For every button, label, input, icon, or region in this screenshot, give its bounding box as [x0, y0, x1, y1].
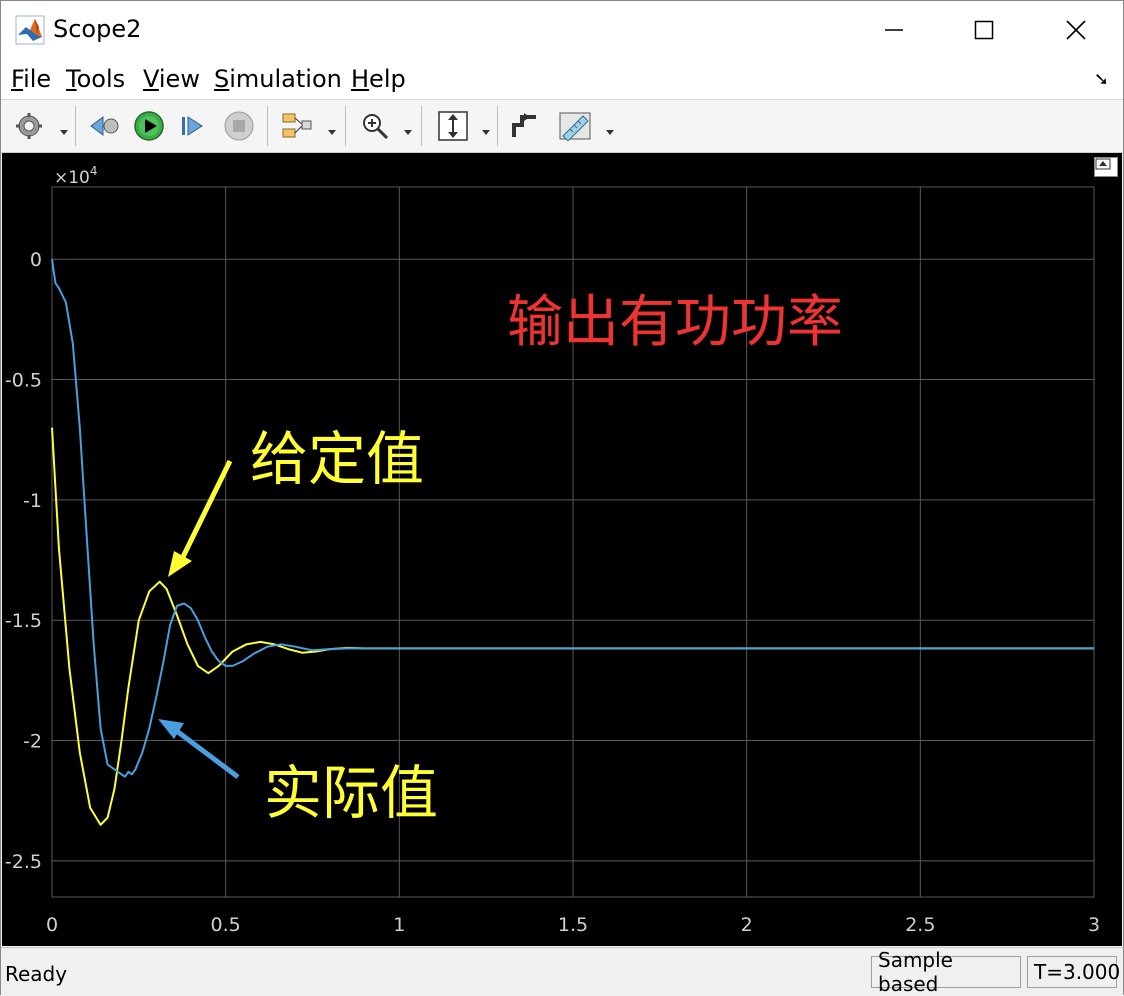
scope-plot-area[interactable]: 0 0.5 1 1.5 2 2.5 3 0 -0.5 -1 -1.5 -2 -2.5 ×104 输出有功… — [2, 153, 1122, 946]
maximize-button[interactable] — [939, 1, 1029, 59]
menu-view-mnemonic: V — [143, 65, 159, 93]
x-tick-label: 2.5 — [905, 914, 935, 936]
close-button[interactable] — [1031, 1, 1121, 59]
maximize-icon — [974, 20, 994, 40]
y-tick-label: -0.5 — [5, 370, 42, 392]
x-tick-label: 3 — [1088, 914, 1100, 936]
scale-dropdown-icon[interactable] — [481, 122, 491, 135]
menu-tools-label: ools — [76, 65, 126, 93]
zoom-in-icon[interactable] — [357, 108, 393, 144]
cursor-measure-icon[interactable] — [507, 108, 543, 144]
menu-bar: File Tools View Simulation Help ➘ — [1, 59, 1123, 100]
settings-dropdown-icon[interactable] — [59, 122, 69, 135]
toolbar — [1, 100, 1123, 153]
annotation-actual-label: 实际值 — [264, 759, 438, 827]
scale-axes-icon[interactable] — [435, 108, 471, 144]
annotation-title: 输出有功功率 — [507, 290, 843, 355]
menu-help-label: elp — [369, 65, 406, 93]
toolbar-separator — [267, 106, 268, 146]
y-tick-label: 0 — [30, 249, 42, 271]
toolbar-separator — [345, 106, 346, 146]
toolbar-separator — [75, 106, 76, 146]
toggle-panel-button[interactable] — [1094, 157, 1118, 177]
x-tick-label: 0 — [46, 914, 58, 936]
x-tick-label: 1 — [393, 914, 405, 936]
signal-selector-dropdown-icon[interactable] — [327, 122, 337, 135]
x-tick-label: 1.5 — [558, 914, 588, 936]
menu-simulation-label: imulation — [229, 65, 342, 93]
x-tick-label: 2 — [741, 914, 753, 936]
step-back-icon[interactable] — [87, 108, 123, 144]
y-axis-multiplier: ×104 — [54, 164, 98, 188]
gear-icon[interactable] — [11, 108, 47, 144]
window-title: Scope2 — [53, 15, 142, 43]
menu-help-mnemonic: H — [351, 65, 370, 93]
scope-chart[interactable]: 0 0.5 1 1.5 2 2.5 3 0 -0.5 -1 -1.5 -2 -2.5 ×104 输出有功… — [2, 153, 1122, 946]
zoom-dropdown-icon[interactable] — [403, 122, 413, 135]
menu-tools-mnemonic: T — [66, 65, 77, 93]
arrow-given — [168, 459, 233, 577]
toolbar-separator — [497, 106, 498, 146]
y-tick-label: -1.5 — [5, 610, 42, 632]
undock-arrow-icon[interactable]: ➘ — [1094, 69, 1109, 90]
y-tick-label: -1 — [23, 490, 42, 512]
status-ready: Ready — [5, 962, 68, 986]
step-forward-icon[interactable] — [175, 108, 211, 144]
status-sample-mode: Sample based — [871, 948, 1021, 996]
matlab-logo-icon — [15, 15, 45, 45]
menu-simulation-mnemonic: S — [214, 65, 230, 93]
minimize-button[interactable] — [849, 1, 939, 59]
run-icon[interactable] — [131, 108, 167, 144]
ruler-icon[interactable] — [557, 108, 593, 144]
menu-simulation[interactable]: Simulation — [214, 65, 342, 93]
menu-file-mnemonic: F — [11, 65, 24, 93]
annotation-given-label: 给定值 — [250, 425, 424, 493]
measure-dropdown-icon[interactable] — [605, 122, 615, 135]
toolbar-separator — [421, 106, 422, 146]
y-tick-label: -2 — [23, 731, 42, 753]
x-tick-label: 0.5 — [211, 914, 241, 936]
menu-file-label: ile — [23, 65, 52, 93]
close-icon — [1066, 20, 1086, 40]
menu-help[interactable]: Help — [351, 65, 406, 93]
minimize-icon — [885, 29, 903, 31]
scope-window: Scope2 File Tools View Simulation Help ➘ — [0, 0, 1124, 996]
y-tick-label: -2.5 — [5, 851, 42, 873]
expand-icon — [1095, 158, 1111, 170]
menu-file[interactable]: File — [11, 65, 51, 93]
title-bar[interactable]: Scope2 — [1, 1, 1123, 59]
menu-view-label: iew — [158, 65, 200, 93]
status-bar: Ready Sample based T=3.000 — [1, 947, 1123, 996]
signal-selector-icon[interactable] — [279, 108, 315, 144]
menu-tools[interactable]: Tools — [66, 65, 125, 93]
status-time: T=3.000 — [1027, 956, 1120, 988]
menu-view[interactable]: View — [143, 65, 200, 93]
y-axis-multiplier-exponent: 4 — [90, 164, 98, 178]
y-axis-multiplier-base: ×10 — [54, 168, 90, 188]
stop-icon[interactable] — [221, 108, 257, 144]
